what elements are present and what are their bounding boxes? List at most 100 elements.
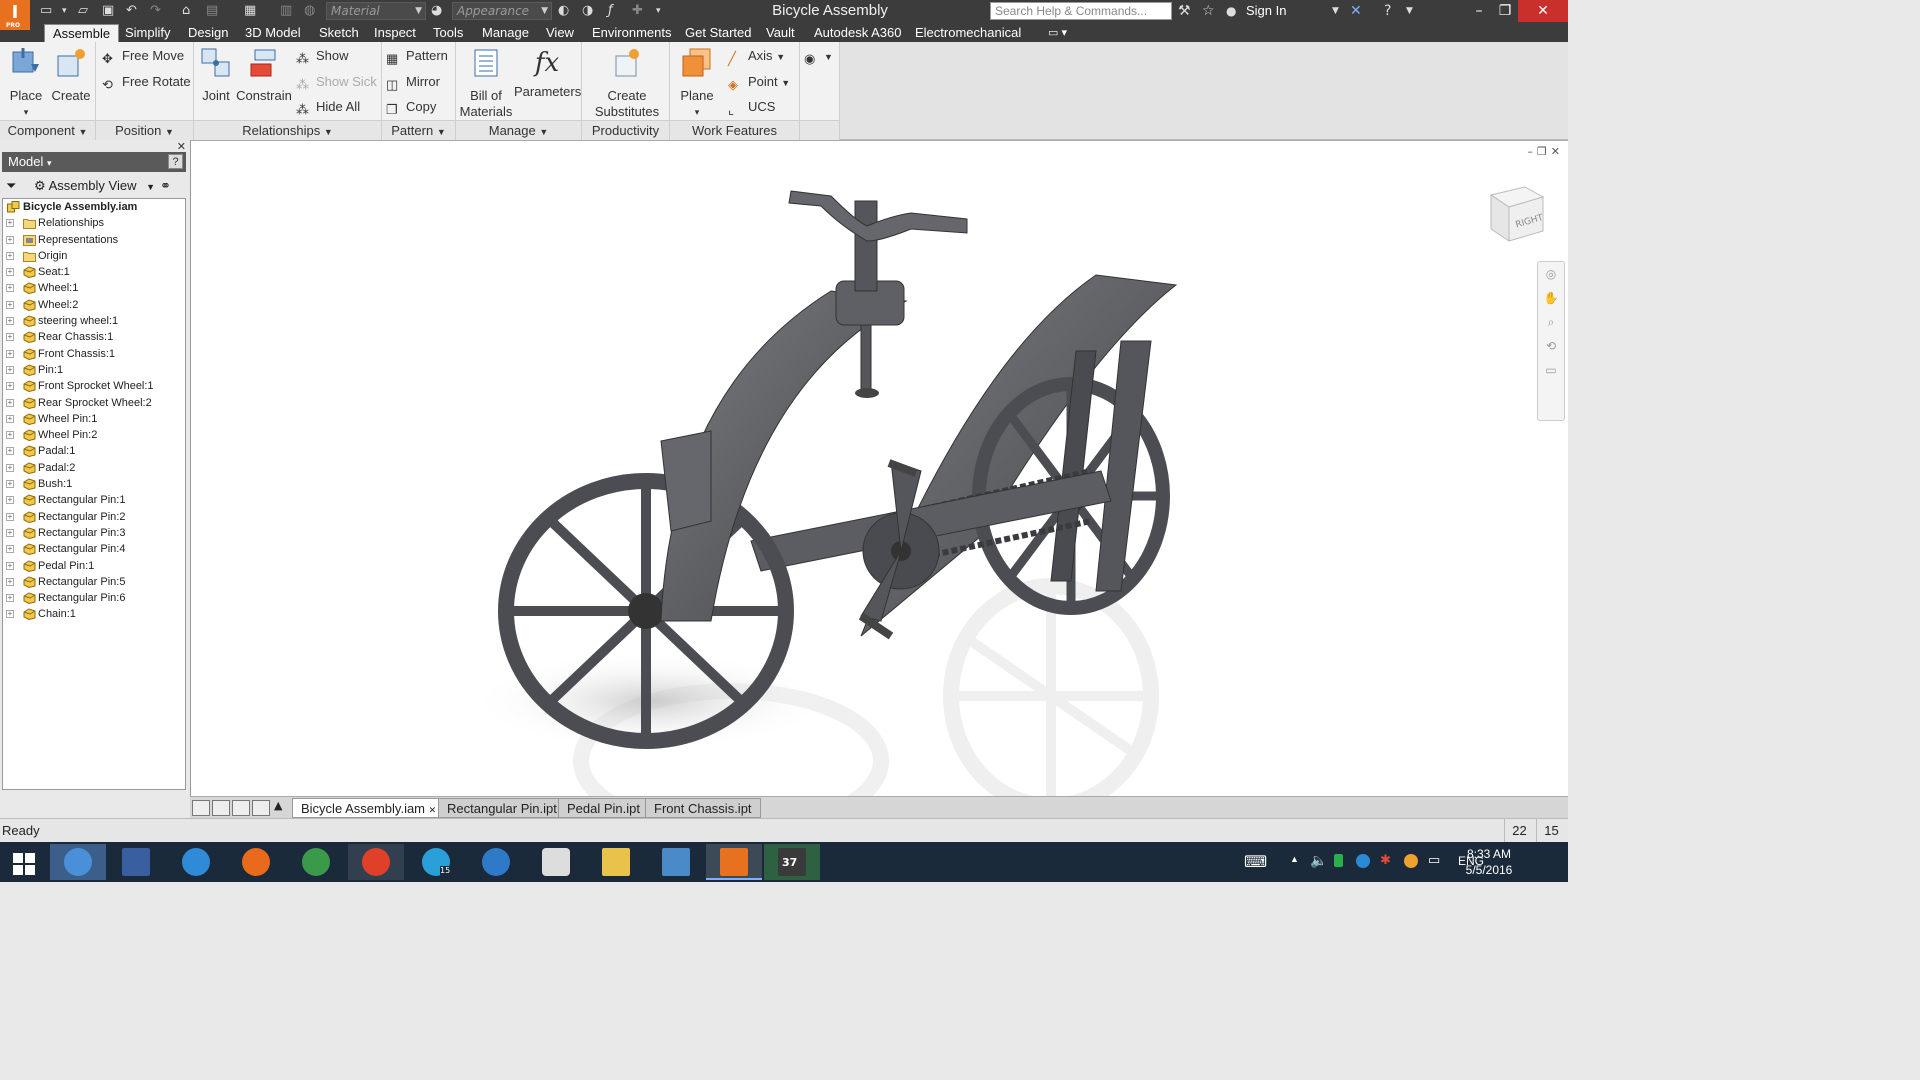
expand-icon[interactable]: +	[6, 414, 14, 423]
expand-icon[interactable]: +	[6, 284, 14, 293]
clear-icon[interactable]: ◑	[582, 3, 593, 19]
axis-button[interactable]: ╱ Axis ▼	[728, 46, 785, 66]
tab-3d-model[interactable]: 3D Model	[237, 24, 309, 42]
undo-icon[interactable]: ↶	[126, 3, 137, 19]
tree-item[interactable]: + Relationships	[3, 215, 185, 231]
new-icon[interactable]: ▭	[40, 3, 52, 19]
tree-item[interactable]: + Rectangular Pin:2	[3, 509, 185, 525]
taskbar-app-editor[interactable]	[108, 844, 164, 880]
taskbar-app-aperture[interactable]	[468, 844, 524, 880]
horizontal-tile-icon[interactable]	[232, 800, 250, 816]
plane-dropdown-icon[interactable]: ▾	[674, 104, 720, 120]
assembly-view-dropdown[interactable]: ⚙ Assembly View ▼	[34, 176, 155, 197]
help-icon[interactable]: ?	[1384, 2, 1391, 20]
tree-item[interactable]: + Rectangular Pin:6	[3, 590, 185, 606]
tab-get-started[interactable]: Get Started	[677, 24, 759, 42]
taskbar-app-chrome[interactable]	[348, 844, 404, 880]
expand-icon[interactable]: +	[6, 235, 14, 244]
keyboard-icon[interactable]: ⌨	[1244, 852, 1267, 872]
inventor-logo[interactable]: I PRO	[0, 0, 30, 30]
place-dropdown-icon[interactable]: ▾	[6, 104, 46, 120]
place-button[interactable]: Place ▾	[6, 46, 46, 120]
expand-icon[interactable]: +	[6, 463, 14, 472]
expand-icon[interactable]: +	[6, 333, 14, 342]
tree-item[interactable]: + Wheel Pin:1	[3, 411, 185, 427]
tree-item[interactable]: + Padal:2	[3, 460, 185, 476]
joint-button[interactable]: Joint	[198, 46, 234, 104]
expand-icon[interactable]: +	[6, 512, 14, 521]
start-button[interactable]	[0, 844, 48, 880]
expand-icon[interactable]: +	[6, 349, 14, 358]
select-icon[interactable]: ▦	[244, 3, 256, 19]
tree-item[interactable]: + Origin	[3, 248, 185, 264]
doc-tab-rectangular-pin[interactable]: Rectangular Pin.ipt	[438, 798, 566, 818]
appearance-dropdown[interactable]: Appearance ▼	[452, 2, 552, 20]
expand-icon[interactable]: +	[6, 382, 14, 391]
doc-tab-bicycle-assembly[interactable]: Bicycle Assembly.iam ✕	[292, 798, 446, 818]
plus-icon[interactable]: ✚	[632, 3, 643, 19]
help-dropdown-icon[interactable]: ▼	[1406, 2, 1413, 20]
orbit-icon[interactable]: ⟲	[1538, 334, 1564, 358]
filter-icon[interactable]: ⏷	[6, 176, 16, 196]
copy-button[interactable]: ❐ Copy	[386, 97, 436, 117]
find-icon[interactable]: ⚭	[160, 176, 171, 196]
taskbar-app-firefox[interactable]	[228, 844, 284, 880]
tab-autodesk-a360[interactable]: Autodesk A360	[806, 24, 909, 42]
doc-tab-front-chassis[interactable]: Front Chassis.ipt	[645, 798, 761, 818]
app-tray-icon[interactable]	[1404, 854, 1418, 868]
home-icon[interactable]: ⌂	[182, 3, 190, 19]
tab-assemble[interactable]: Assemble	[44, 24, 120, 42]
expand-icon[interactable]: +	[6, 431, 14, 440]
tree-item[interactable]: + Front Chassis:1	[3, 346, 185, 362]
tree-item[interactable]: + Rear Sprocket Wheel:2	[3, 395, 185, 411]
tree-item[interactable]: + Rectangular Pin:1	[3, 492, 185, 508]
tree-item[interactable]: + Bush:1	[3, 476, 185, 492]
tree-item[interactable]: + Representations	[3, 232, 185, 248]
material-dropdown[interactable]: Material ▼	[326, 2, 426, 20]
viewcube[interactable]: RIGHT	[1485, 181, 1547, 247]
cloud-icon[interactable]	[1356, 854, 1370, 868]
chevron-up-icon[interactable]: ▲	[274, 799, 282, 812]
vertical-tile-icon[interactable]	[252, 800, 270, 816]
tree-item[interactable]: + Rectangular Pin:3	[3, 525, 185, 541]
update-icon[interactable]: ▤	[206, 3, 218, 19]
look-at-icon[interactable]: ▭	[1538, 358, 1564, 382]
comm-icon[interactable]: ⚒	[1178, 2, 1191, 20]
help-icon[interactable]: ?	[168, 154, 183, 169]
expand-icon[interactable]: +	[6, 528, 14, 537]
plane-button[interactable]: Plane ▾	[674, 46, 720, 120]
search-input[interactable]: Search Help & Commands...	[990, 2, 1172, 20]
exchange-icon[interactable]: ✕	[1350, 2, 1362, 20]
taskbar-app-calendar[interactable]: 37	[764, 844, 820, 880]
tile-icon[interactable]	[212, 800, 230, 816]
tab-tools[interactable]: Tools	[425, 24, 471, 42]
tree-item[interactable]: + Rectangular Pin:5	[3, 574, 185, 590]
doc-tab-pedal-pin[interactable]: Pedal Pin.ipt	[558, 798, 649, 818]
show-button[interactable]: ⁂ Show	[296, 46, 349, 66]
battery-icon[interactable]	[1334, 854, 1343, 867]
expand-icon[interactable]: +	[6, 447, 14, 456]
tab-manage[interactable]: Manage	[474, 24, 537, 42]
taskbar-app-explorer[interactable]	[588, 844, 644, 880]
expand-icon[interactable]: +	[6, 496, 14, 505]
expand-icon[interactable]: +	[6, 251, 14, 260]
tab-view[interactable]: View	[538, 24, 582, 42]
fx-icon[interactable]: ƒ	[608, 3, 613, 19]
taskbar-app-inkscape[interactable]	[528, 844, 584, 880]
tree-item[interactable]: + Front Sprocket Wheel:1	[3, 378, 185, 394]
sign-in-link[interactable]: Sign In	[1246, 3, 1286, 18]
maximize-button[interactable]: ❐	[1488, 0, 1522, 22]
expand-icon[interactable]: +	[6, 480, 14, 489]
panel-footer-pattern[interactable]: Pattern ▼	[382, 120, 455, 140]
expand-icon[interactable]: +	[6, 219, 14, 228]
tab-environments[interactable]: Environments	[584, 24, 679, 42]
ucs-button[interactable]: ⌞ UCS	[728, 97, 775, 117]
star-icon[interactable]: ☆	[1202, 2, 1215, 20]
clock[interactable]: 8:33 AM 5/5/2016	[1454, 846, 1524, 878]
tab-inspect[interactable]: Inspect	[366, 24, 424, 42]
taskbar-app-earth[interactable]	[288, 844, 344, 880]
zoom-icon[interactable]: ⌕	[1538, 310, 1564, 334]
taskbar-app-inventor[interactable]	[706, 844, 762, 880]
chevron-up-icon[interactable]: ▲	[1290, 854, 1299, 864]
tree-item[interactable]: + Pedal Pin:1	[3, 558, 185, 574]
